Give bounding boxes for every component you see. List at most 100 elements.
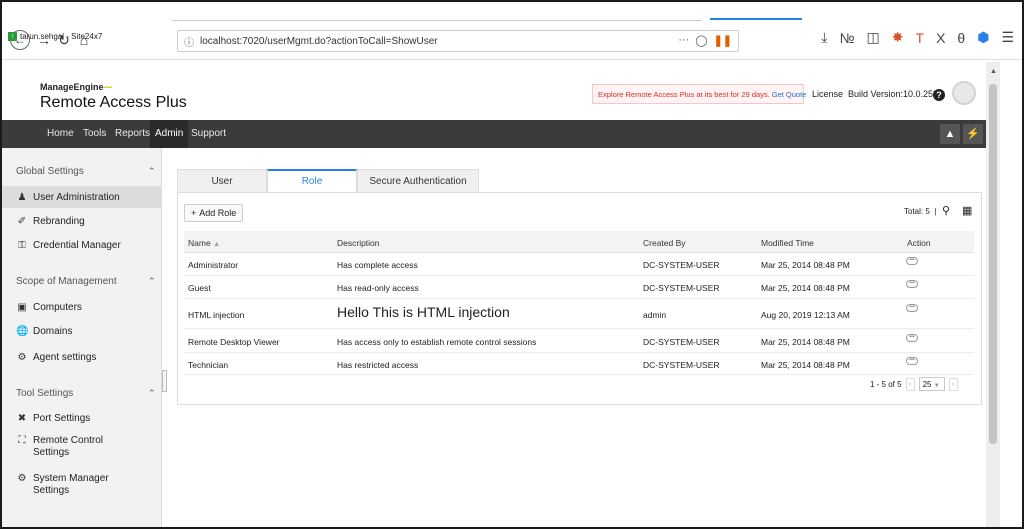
menu-icon[interactable]: ☰ (1001, 29, 1014, 46)
cell-name: Remote Desktop Viewer (188, 337, 280, 347)
product-logo[interactable]: Remote Access Plus (40, 94, 187, 112)
tools-icon: ✖ (17, 412, 27, 424)
chevron-down-icon: ▼ (933, 383, 940, 389)
nav-reports[interactable]: Reports (110, 120, 155, 148)
more-actions-icon[interactable]: ••• (906, 334, 918, 342)
bookmark-item[interactable]: ↑ tarun.sehgal - Site24x7 (8, 32, 102, 41)
extension-icon[interactable]: ❚❚ (714, 34, 732, 47)
more-actions-icon[interactable]: ••• (906, 257, 918, 265)
sort-asc-icon[interactable]: ▲ (213, 241, 220, 248)
sidebar-item-agent-settings[interactable]: ⚙ Agent settings (2, 346, 162, 368)
extension-x-icon[interactable]: X (936, 30, 945, 46)
download-icon[interactable]: ⤓ (821, 29, 827, 46)
sidebar-item-user-administration[interactable]: ♟ User Administration (2, 186, 162, 208)
search-icon[interactable]: ⚲ (942, 204, 950, 217)
table-row[interactable]: Administrator Has complete access DC-SYS… (184, 253, 974, 276)
sidebar-collapse-handle[interactable] (162, 370, 167, 392)
sidebar-item-domains[interactable]: 🌐 Domains (2, 320, 162, 342)
sidebar-item-label: Port Settings (33, 412, 91, 424)
sidebar-item-rebranding[interactable]: ✐ Rebranding (2, 210, 162, 232)
caret-up-icon[interactable]: ⌃ (148, 166, 156, 177)
promo-text: Explore Remote Access Plus at its best f… (598, 89, 770, 99)
caret-up-icon[interactable]: ⌃ (148, 276, 156, 287)
tab-secure-authentication[interactable]: Secure Authentication (357, 169, 479, 193)
active-browser-tab-indicator[interactable] (710, 18, 802, 20)
extension-blue-icon[interactable]: ⬢ (977, 29, 989, 46)
trial-promo-banner: Explore Remote Access Plus at its best f… (592, 84, 807, 104)
caret-up-icon[interactable]: ⌃ (148, 388, 156, 399)
sidebar-item-label: System Manager Settings (33, 473, 109, 496)
nav-support[interactable]: Support (186, 120, 231, 148)
quick-actions-icon[interactable]: ⚡ (963, 124, 983, 144)
cell-name: Administrator (188, 260, 239, 270)
sidebar-item-computers[interactable]: ▣ Computers (2, 296, 162, 318)
page-scrollbar[interactable]: ▲ (986, 62, 1000, 527)
sidebar-item-system-manager-settings[interactable]: ⚙ System Manager Settings (2, 469, 162, 503)
more-actions-icon[interactable]: ••• (906, 280, 918, 288)
sidebar: Global Settings ⌃ ♟ User Administration … (2, 148, 162, 527)
more-actions-icon[interactable]: ••• (906, 304, 918, 312)
column-header-created-by[interactable]: Created By (643, 238, 686, 248)
column-chooser-icon[interactable]: ▦ (962, 204, 972, 217)
system-manager-icon: ⚙ (17, 473, 27, 484)
cell-description: Hello This is HTML injection (337, 304, 510, 320)
sidebar-item-label: Rebranding (33, 215, 85, 227)
page-size-select[interactable]: 25 ▼ (918, 377, 945, 391)
table-row[interactable]: Technician Has restricted access DC-SYST… (184, 353, 974, 375)
sidebar-item-remote-control-settings[interactable]: ⛶ Remote Control Settings (2, 431, 162, 465)
extension-t-icon[interactable]: T (916, 30, 925, 46)
cell-description: Has complete access (337, 260, 418, 270)
get-quote-link[interactable]: Get Quote (772, 90, 807, 99)
sidebar-item-credential-manager[interactable]: ⚿ Credential Manager (2, 234, 162, 256)
tab-strip-line (172, 20, 702, 21)
cell-modified-time: Mar 25, 2014 08:48 PM (761, 337, 850, 347)
key-icon: ⚿ (18, 239, 26, 251)
sidebar-item-port-settings[interactable]: ✖ Port Settings (2, 407, 162, 429)
table-row[interactable]: Guest Has read-only access DC-SYSTEM-USE… (184, 276, 974, 299)
table-row[interactable]: HTML injection Hello This is HTML inject… (184, 299, 974, 329)
build-version: Build Version:10.0.259 (848, 89, 939, 99)
add-role-button[interactable]: + Add Role (184, 204, 244, 222)
tab-role[interactable]: Role (267, 169, 357, 193)
nav-tools[interactable]: Tools (78, 120, 111, 148)
cell-description: Has restricted access (337, 360, 419, 370)
globe-icon: 🌐 (16, 325, 29, 337)
prev-page-icon[interactable]: ‹ (905, 377, 915, 391)
pocket-icon[interactable]: ◯ (695, 34, 707, 47)
nav-home[interactable]: Home (42, 120, 79, 148)
user-icon: ♟ (17, 191, 27, 203)
sidebar-section-tool-settings[interactable]: Tool Settings (16, 388, 73, 399)
browser-window: ← → ↻ ⌂ ⓘ localhost:7020/userMgmt.do?act… (0, 0, 1024, 529)
sidebar-toggle-icon[interactable]: ◫ (867, 29, 880, 46)
address-bar[interactable]: ⓘ localhost:7020/userMgmt.do?actionToCal… (177, 30, 739, 52)
column-header-name[interactable]: Name ▲ (188, 238, 220, 248)
help-icon[interactable]: ? (933, 89, 945, 101)
table-row[interactable]: Remote Desktop Viewer Has access only to… (184, 329, 974, 353)
table-header: Name ▲ Description Created By Modified T… (184, 231, 974, 253)
tab-user[interactable]: User (177, 169, 267, 193)
library-icon[interactable]: № (840, 30, 855, 46)
extension-red-icon[interactable]: ✸ (892, 29, 904, 46)
sidebar-section-scope-of-management[interactable]: Scope of Management (16, 276, 117, 287)
roles-panel: + Add Role Total: 5 | ⚲ ▦ Name ▲ Descrip… (177, 192, 982, 405)
more-actions-icon[interactable]: ••• (906, 357, 918, 365)
scroll-up-icon[interactable]: ▲ (990, 68, 997, 75)
sidebar-section-global-settings[interactable]: Global Settings (16, 166, 84, 177)
vendor-logo: ManageEngine⁓ (40, 82, 113, 92)
cell-created-by: DC-SYSTEM-USER (643, 283, 720, 293)
nav-admin[interactable]: Admin (150, 120, 189, 148)
scrollbar-thumb[interactable] (989, 84, 997, 444)
license-link[interactable]: License (812, 89, 843, 99)
site-info-icon[interactable]: ⓘ (184, 34, 194, 49)
avatar[interactable] (952, 81, 976, 105)
column-header-description[interactable]: Description (337, 238, 380, 248)
extension-theta-icon[interactable]: θ (957, 30, 965, 46)
rocket-icon[interactable]: ▲ (940, 124, 960, 144)
next-page-icon[interactable]: › (948, 377, 958, 391)
cell-name: HTML injection (188, 310, 245, 320)
pagination: 1 - 5 of 5 ‹ 25 ▼ › (870, 377, 958, 391)
column-header-modified-time[interactable]: Modified Time (761, 238, 814, 248)
page-actions-icon[interactable]: ··· (678, 34, 689, 47)
cell-created-by: DC-SYSTEM-USER (643, 360, 720, 370)
main-nav: Home Tools Reports Admin Support ▲ ⚡ (2, 120, 986, 148)
